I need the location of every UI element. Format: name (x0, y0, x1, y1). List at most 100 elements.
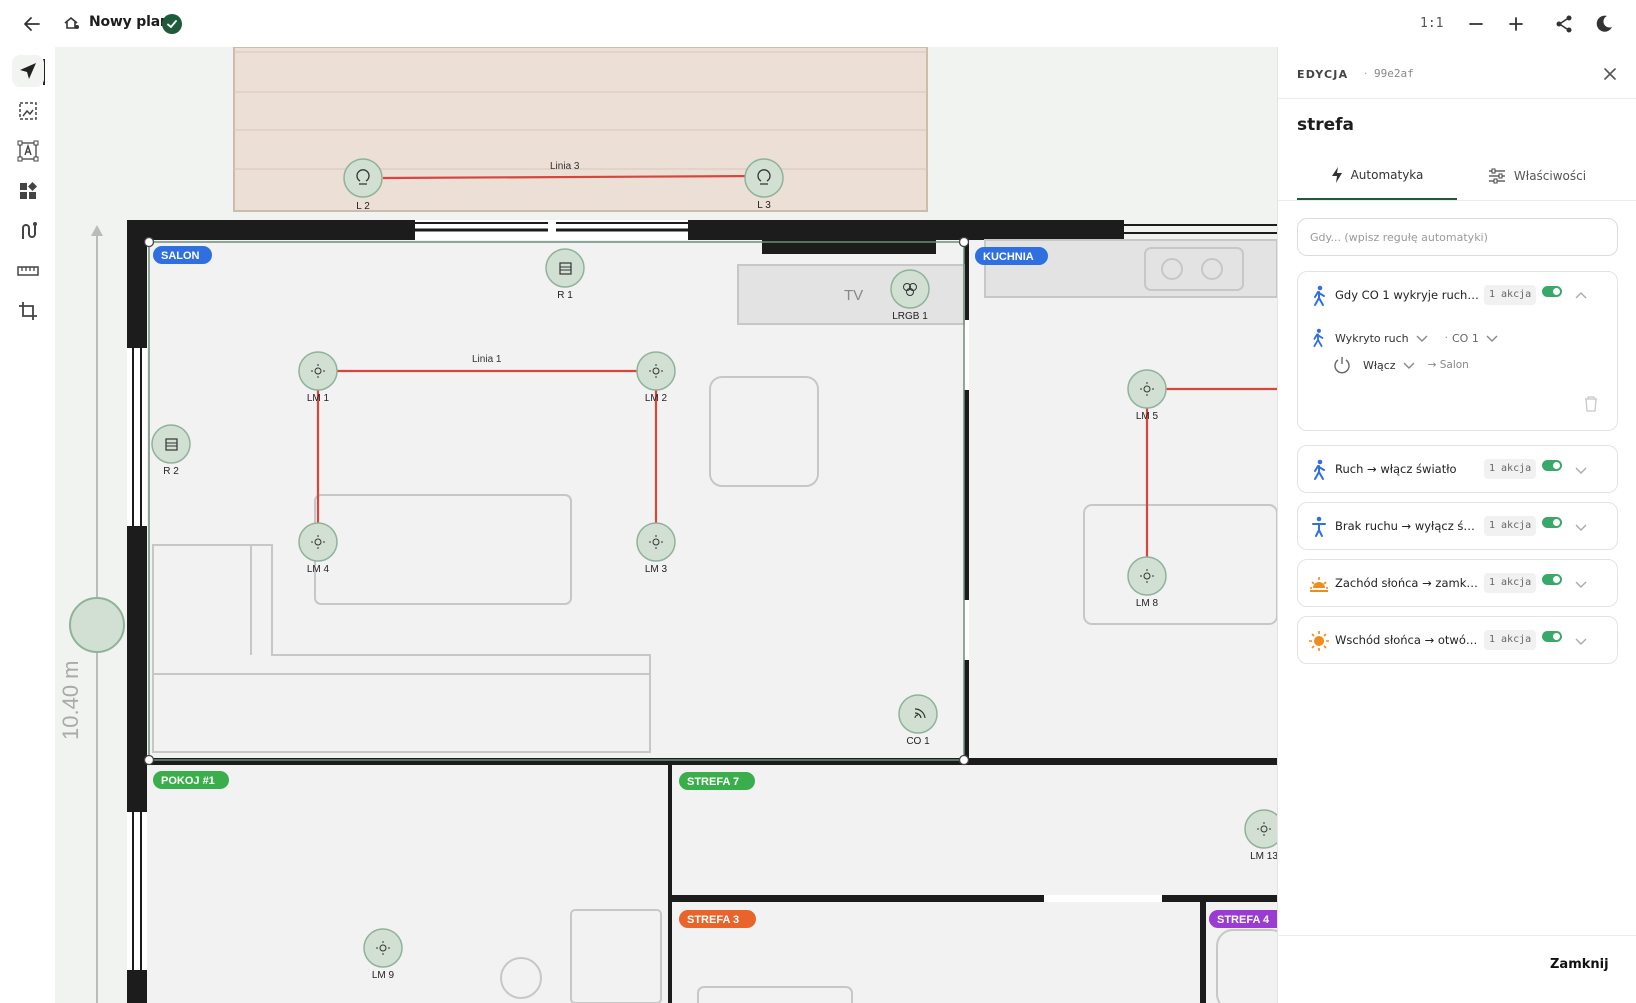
rule-header[interactable]: Gdy CO 1 wykryje ruch , włącz Salon 1 ak… (1298, 272, 1619, 320)
chevron-down-icon[interactable] (1485, 331, 1499, 345)
ruler-icon[interactable] (12, 255, 44, 287)
automation-rule: Wschód słońca → otwórz rolety 1 akcja (1297, 616, 1618, 664)
dark-mode-icon[interactable] (1591, 11, 1617, 37)
device-label: LRGB 1 (892, 311, 928, 322)
pointer-icon[interactable] (12, 55, 44, 87)
home-plan-icon (63, 15, 81, 35)
power-icon (1334, 357, 1350, 374)
tab-label: Automatyka (1350, 167, 1424, 182)
rule-header[interactable]: Brak ruchu → wyłącz światło 1 akcja (1298, 503, 1619, 551)
rule-toggle[interactable] (1542, 517, 1562, 528)
zone-handle[interactable] (958, 236, 970, 248)
check-icon (162, 14, 182, 34)
chevron-down-icon[interactable] (1415, 331, 1429, 345)
line-label-linia3: Linia 3 (550, 161, 580, 172)
zoom-level[interactable]: 1:1 (1420, 16, 1443, 31)
zone-handle[interactable] (143, 754, 155, 766)
line-label-linia1: Linia 1 (472, 354, 502, 365)
panel-title: strefa (1297, 115, 1355, 135)
rule-trigger-row: Wykryto ruch · CO 1 (1309, 326, 1499, 350)
trash-icon[interactable] (1584, 396, 1598, 412)
tab-label: Właściwości (1513, 168, 1587, 183)
room-label-strefa4: STREFA 4 (1217, 914, 1270, 926)
device-label: L 2 (356, 201, 370, 212)
chevron-down-icon[interactable] (1573, 462, 1589, 478)
rule-header[interactable]: Zachód słońca → zamknij rolety 1 akcja (1298, 560, 1619, 608)
back-arrow-icon[interactable] (20, 12, 44, 36)
device-lm13[interactable]: LM 13 (1244, 809, 1277, 862)
room-label-kuchnia: KUCHNIA (983, 251, 1034, 263)
zoom-in-icon[interactable] (1503, 11, 1529, 37)
action-target: → Salon (1427, 359, 1469, 371)
rule-action-count: 1 akcja (1484, 516, 1537, 536)
automation-rule: Zachód słońca → zamknij rolety 1 akcja (1297, 559, 1618, 607)
sunrise-icon (1309, 631, 1329, 651)
chevron-down-icon[interactable] (1573, 633, 1589, 649)
tool-rail (0, 47, 55, 1003)
sliders-icon (1488, 168, 1505, 183)
close-button[interactable]: Zamknij (1550, 957, 1609, 972)
device-lrgb1[interactable]: LRGB 1 (890, 269, 930, 322)
tabs-divider (1278, 200, 1636, 201)
room-label-pokoj1: POKOJ #1 (161, 775, 215, 787)
standing-person-icon (1312, 516, 1326, 537)
zoom-out-icon[interactable] (1463, 11, 1489, 37)
rule-action-count: 1 akcja (1484, 573, 1537, 593)
widgets-icon[interactable] (12, 175, 44, 207)
chevron-down-icon[interactable] (1573, 519, 1589, 535)
rule-action-row: Włącz → Salon (1333, 353, 1469, 377)
device-label: LM 5 (1136, 411, 1159, 422)
share-icon[interactable] (1551, 11, 1577, 37)
panel-footer: Zamknij (1278, 935, 1636, 1003)
chevron-up-icon[interactable] (1573, 288, 1589, 304)
rule-action-count: 1 akcja (1484, 459, 1537, 479)
image-tool-icon[interactable] (12, 95, 44, 127)
top-bar: Nowy plan 1:1 (0, 0, 1636, 47)
room-label-strefa3: STREFA 3 (687, 914, 739, 926)
zone-handle[interactable] (958, 754, 970, 766)
device-label: LM 9 (372, 970, 395, 981)
rule-header[interactable]: Ruch → włącz światło 1 akcja (1298, 446, 1619, 494)
action-select[interactable]: Włącz (1363, 359, 1396, 372)
upper-room (233, 47, 928, 212)
device-label: LM 13 (1250, 851, 1277, 862)
rule-action-count: 1 akcja (1484, 630, 1537, 650)
device-label: R 2 (163, 466, 179, 477)
automation-rule: Ruch → włącz światło 1 akcja (1297, 445, 1618, 493)
zone-handle[interactable] (143, 236, 155, 248)
rule-title: Brak ruchu → wyłącz światło (1335, 519, 1480, 533)
room-label-salon: SALON (161, 250, 200, 262)
rule-toggle[interactable] (1542, 631, 1562, 642)
separator: · (1364, 67, 1368, 80)
rule-input[interactable] (1297, 218, 1618, 256)
rule-action-count: 1 akcja (1484, 285, 1537, 305)
rule-title: Wschód słońca → otwórz rolety (1335, 633, 1480, 647)
trigger-select[interactable]: Wykryto ruch (1335, 332, 1409, 345)
tab-automation[interactable]: Automatyka (1297, 151, 1457, 200)
chevron-down-icon[interactable] (1402, 358, 1416, 372)
rule-title: Zachód słońca → zamknij rolety (1335, 576, 1480, 590)
close-icon[interactable] (1600, 64, 1620, 84)
rule-toggle[interactable] (1542, 286, 1562, 297)
rule-header[interactable]: Wschód słońca → otwórz rolety 1 akcja (1298, 617, 1619, 665)
sunset-icon (1310, 577, 1328, 592)
rule-toggle[interactable] (1542, 460, 1562, 471)
floor-plan-canvas[interactable]: TV 10.40 m Linia 3 Linia 1 SALON KUCHNIA… (55, 47, 1277, 1003)
automation-rule: Gdy CO 1 wykryje ruch , włącz Salon 1 ak… (1297, 271, 1618, 431)
panel-hash: 99e2af (1374, 67, 1414, 80)
device-label: R 1 (557, 290, 573, 301)
rule-toggle[interactable] (1542, 574, 1562, 585)
crop-icon[interactable] (12, 295, 44, 327)
route-icon[interactable] (12, 215, 44, 247)
device-label: CO 1 (906, 736, 930, 747)
separator: · (1444, 332, 1448, 344)
device-label: LM 8 (1136, 598, 1159, 609)
tab-properties[interactable]: Właściwości (1457, 151, 1617, 200)
panel-tabs: Automatyka Właściwości (1297, 151, 1617, 201)
plan-title[interactable]: Nowy plan (89, 14, 170, 30)
rule-title: Gdy CO 1 wykryje ruch , włącz Salon (1335, 288, 1480, 302)
source-select[interactable]: CO 1 (1452, 332, 1479, 345)
text-tool-icon[interactable] (12, 135, 44, 167)
scale-label: 10.40 m (58, 661, 83, 741)
chevron-down-icon[interactable] (1573, 576, 1589, 592)
